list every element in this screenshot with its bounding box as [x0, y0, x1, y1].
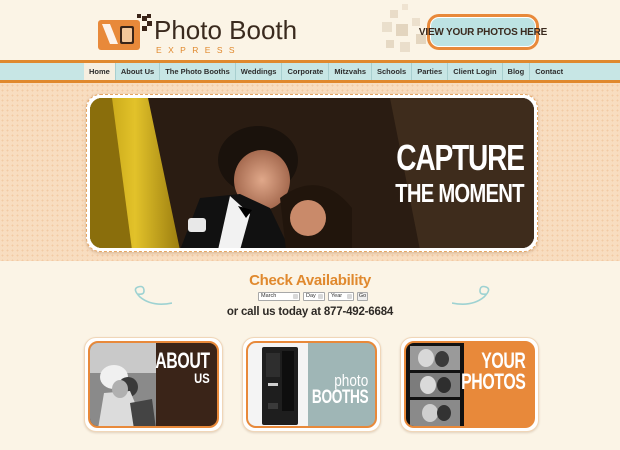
- call-us-text: or call us today at 877-492-6684: [226, 306, 394, 318]
- logo-title: Photo Booth: [154, 15, 298, 45]
- hero-banner: CAPTURE THE MOMENT: [86, 94, 538, 252]
- nav-item-contact[interactable]: Contact: [530, 63, 568, 80]
- nav-item-photo-booths[interactable]: The Photo Booths: [160, 63, 236, 80]
- check-availability-title: Check Availability: [249, 272, 371, 289]
- about-us-label: ABOUT US: [134, 348, 210, 386]
- feature-photo-booths-panel: photo BOOTHS: [246, 341, 377, 428]
- feature-your-photos-panel: YOUR PHOTOS: [404, 341, 535, 428]
- nav-item-about-us[interactable]: About Us: [116, 63, 161, 80]
- photo-booths-label: photo BOOTHS: [290, 372, 369, 409]
- about-us-label-big: ABOUT: [155, 348, 210, 373]
- year-select[interactable]: Year: [328, 292, 354, 301]
- feature-your-photos[interactable]: YOUR PHOTOS: [400, 337, 539, 432]
- hero-caption-line2: THE MOMENT: [395, 178, 524, 208]
- logo-subtitle: EXPRESS: [156, 45, 241, 55]
- hero-caption: CAPTURE THE MOMENT: [359, 137, 525, 208]
- your-photos-label: YOUR PHOTOS: [436, 350, 527, 394]
- hero-caption-line1: CAPTURE: [396, 137, 525, 178]
- day-select[interactable]: Day: [303, 292, 325, 301]
- hero-photo: CAPTURE THE MOMENT: [90, 98, 534, 248]
- nav-item-corporate[interactable]: Corporate: [282, 63, 330, 80]
- your-photos-label-line2: PHOTOS: [461, 368, 527, 394]
- nav-item-schools[interactable]: Schools: [372, 63, 413, 80]
- nav-item-blog[interactable]: Blog: [503, 63, 531, 80]
- feature-about-us-panel: ABOUT US: [88, 341, 219, 428]
- month-select[interactable]: March: [258, 292, 300, 301]
- feature-about-us[interactable]: ABOUT US: [84, 337, 223, 432]
- nav-item-home[interactable]: Home: [84, 63, 116, 80]
- nav-item-client-login[interactable]: Client Login: [448, 63, 503, 80]
- nav-item-mitzvahs[interactable]: Mitzvahs: [329, 63, 372, 80]
- view-photos-button[interactable]: VIEW YOUR PHOTOS HERE: [419, 14, 547, 50]
- go-button[interactable]: Go: [357, 292, 368, 301]
- nav-item-parties[interactable]: Parties: [412, 63, 449, 80]
- feature-photo-booths[interactable]: photo BOOTHS: [242, 337, 381, 432]
- photo-booths-label-big: BOOTHS: [311, 387, 369, 409]
- nav-item-weddings[interactable]: Weddings: [236, 63, 283, 80]
- site-header: Photo Booth EXPRESS VIEW YOUR PHOTOS HER…: [0, 0, 620, 60]
- availability-form: March Day Year Go: [258, 292, 368, 302]
- view-photos-label: VIEW YOUR PHOTOS HERE: [419, 17, 547, 47]
- main-nav: Home About Us The Photo Booths Weddings …: [0, 63, 620, 80]
- site-logo[interactable]: Photo Booth EXPRESS: [96, 6, 298, 55]
- about-us-label-small: US: [194, 369, 210, 386]
- camera-logo-icon: [98, 14, 152, 50]
